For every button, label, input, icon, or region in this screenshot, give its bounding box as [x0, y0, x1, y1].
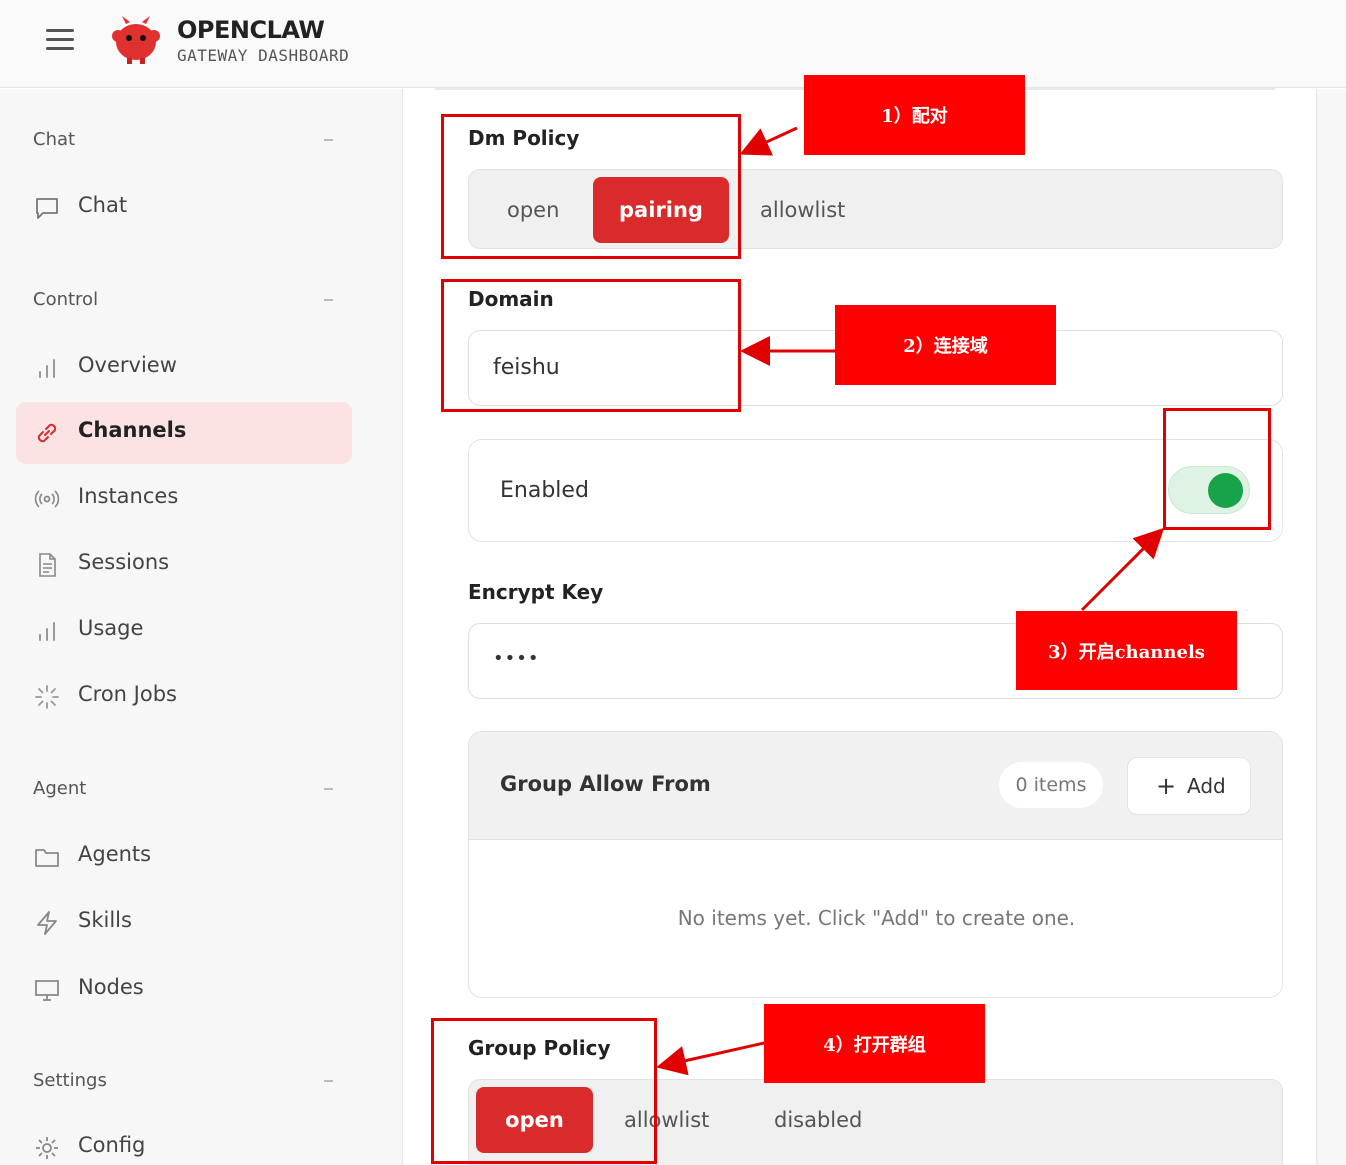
- collapse-icon[interactable]: [324, 1080, 333, 1082]
- sidebar-item-instances[interactable]: Instances: [16, 468, 352, 530]
- sidebar-item-label: Channels: [78, 418, 187, 442]
- enabled-label: Enabled: [500, 478, 589, 503]
- annotation-box-dm-policy: [441, 114, 741, 259]
- annotation-box-toggle: [1163, 408, 1271, 530]
- sidebar-item-overview[interactable]: Overview: [16, 337, 352, 399]
- sidebar-item-label: Nodes: [78, 975, 144, 999]
- sidebar-item-chat[interactable]: Chat: [16, 177, 352, 239]
- annotation-box-domain: [441, 279, 741, 412]
- add-button-label: Add: [1187, 774, 1226, 798]
- annotation-label-3: 3）开启channels: [1016, 611, 1237, 690]
- sidebar-item-label: Chat: [78, 193, 128, 217]
- brand-title: OPENCLAW: [177, 16, 325, 44]
- empty-state-text: No items yet. Click "Add" to create one.: [677, 906, 1076, 930]
- bar-chart-icon: [39, 622, 55, 641]
- hamburger-icon[interactable]: [46, 27, 74, 53]
- app-header: OPENCLAW GATEWAY DASHBOARD: [0, 0, 1346, 88]
- group-policy-option-disabled[interactable]: disabled: [774, 1108, 862, 1132]
- section-title-agent: Agent: [33, 778, 87, 799]
- sidebar-item-agents[interactable]: Agents: [16, 826, 352, 888]
- bar-chart-icon: [39, 359, 55, 378]
- sidebar-item-cron-jobs[interactable]: Cron Jobs: [16, 666, 352, 728]
- sidebar-item-usage[interactable]: Usage: [16, 600, 352, 662]
- add-button[interactable]: + Add: [1127, 757, 1251, 815]
- sidebar-item-label: Cron Jobs: [78, 682, 177, 706]
- lightning-icon: [37, 911, 57, 935]
- loader-icon: [35, 685, 59, 709]
- sidebar-item-channels[interactable]: Channels: [16, 402, 352, 464]
- encrypt-key-value: ••••: [493, 648, 540, 669]
- chat-bubble-icon: [36, 198, 58, 219]
- broadcast-icon: [34, 490, 60, 508]
- encrypt-key-label: Encrypt Key: [468, 580, 604, 604]
- annotation-box-group-policy: [431, 1018, 657, 1164]
- section-title-control: Control: [33, 289, 99, 310]
- sidebar-item-nodes[interactable]: Nodes: [16, 959, 352, 1021]
- sidebar: Chat Chat Control Overview Channels Inst…: [0, 89, 373, 1165]
- brand-subtitle: GATEWAY DASHBOARD: [177, 46, 350, 65]
- section-title-settings: Settings: [33, 1070, 107, 1091]
- link-icon: [37, 423, 57, 443]
- sidebar-item-label: Agents: [78, 842, 152, 866]
- group-allow-from-title: Group Allow From: [500, 772, 711, 796]
- folder-icon: [35, 849, 59, 867]
- collapse-icon[interactable]: [324, 299, 333, 301]
- annotation-label-2: 2）连接域: [835, 305, 1056, 385]
- sidebar-item-label: Config: [78, 1133, 146, 1157]
- group-allow-from-panel: Group Allow From 0 items + Add No items …: [468, 731, 1283, 998]
- collapse-icon[interactable]: [324, 139, 333, 141]
- sidebar-item-label: Instances: [78, 484, 179, 508]
- plus-icon: +: [1156, 772, 1177, 800]
- dm-policy-option-allowlist[interactable]: allowlist: [760, 198, 845, 222]
- red-claw-mascot-icon: [110, 14, 162, 64]
- monitor-icon: [35, 980, 59, 1001]
- collapse-icon[interactable]: [324, 788, 333, 790]
- items-count-badge: 0 items: [999, 762, 1103, 808]
- sidebar-item-config[interactable]: Config: [16, 1117, 352, 1165]
- gear-icon: [36, 1137, 58, 1159]
- sidebar-item-sessions[interactable]: Sessions: [16, 534, 352, 596]
- annotation-label-1: 1）配对: [804, 75, 1025, 155]
- panel-header: Group Allow From 0 items + Add: [469, 732, 1282, 840]
- sidebar-item-label: Skills: [78, 908, 132, 932]
- sidebar-item-label: Usage: [78, 616, 144, 640]
- enabled-row: Enabled: [468, 439, 1283, 542]
- section-title-chat: Chat: [33, 129, 76, 150]
- sidebar-item-label: Sessions: [78, 550, 170, 574]
- sidebar-item-skills[interactable]: Skills: [16, 892, 352, 954]
- sidebar-item-label: Overview: [78, 353, 177, 377]
- document-icon: [39, 553, 56, 577]
- annotation-label-4: 4）打开群组: [764, 1004, 985, 1083]
